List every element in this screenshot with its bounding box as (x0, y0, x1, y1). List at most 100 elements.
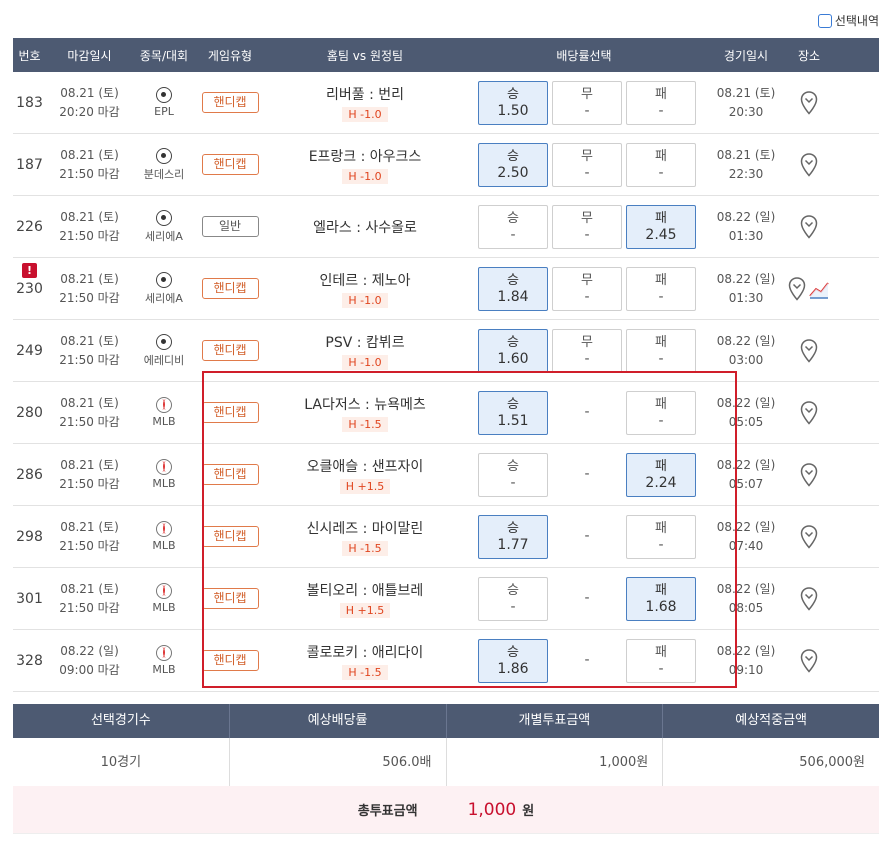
odds-win-button[interactable]: 승 1.51 (478, 390, 548, 435)
odds-label: 승 (507, 582, 519, 598)
table-row: 328 08.22 (일) 09:00 마감 MLB 핸디캡 콜로로키 : 애리다이 H -… (13, 630, 879, 692)
game-date: 08.21 (토) 20:30 (716, 85, 776, 119)
odds-win-button[interactable]: 승- (478, 576, 548, 621)
odds-win-button[interactable]: 승- (478, 452, 548, 497)
odds-lose-button[interactable]: 패- (626, 266, 696, 311)
deadline: 08.21 (토) 21:50 마감 (59, 519, 120, 553)
total-bet-bar: 총투표금액 1,000 원 (13, 786, 879, 834)
odds-win-button[interactable]: 승 1.86 (478, 638, 548, 683)
game-date: 08.22 (일) 01:30 (716, 271, 776, 305)
odds-value: - (510, 226, 516, 243)
select-history-checkbox[interactable] (817, 13, 832, 28)
location-pin-icon[interactable] (800, 462, 818, 487)
odds-label: 패 (655, 458, 667, 474)
soccer-ball-icon (156, 147, 172, 164)
odds-draw-button[interactable]: 무- (552, 328, 622, 373)
odds-value: 1.77 (497, 536, 529, 553)
deadline: 08.21 (토) 21:50 마감 (59, 209, 120, 243)
game-type-badge: 핸디캡 (201, 588, 259, 609)
match-name: 엘라스 : 사수올로 (313, 219, 417, 236)
soccer-ball-icon (156, 333, 172, 350)
odds-value: - (658, 536, 664, 553)
odds-lose-button[interactable]: 패 2.24 (626, 452, 696, 497)
odds-value: 2.45 (645, 226, 677, 243)
odds-value: - (584, 226, 590, 243)
stats-chart-icon[interactable] (808, 278, 830, 300)
odds-draw-disabled: - (584, 528, 590, 544)
odds-lose-button[interactable]: 패- (626, 80, 696, 125)
summary-count: 10경기 (13, 738, 230, 786)
league: 세리에A (133, 209, 195, 244)
header-place: 장소 (797, 48, 821, 63)
odds-draw-button[interactable]: 무- (552, 80, 622, 125)
odds-value: - (510, 598, 516, 615)
odds-label: 승 (507, 396, 519, 412)
header-type: 게임유형 (207, 48, 253, 63)
match-name: 리버풀 : 번리 (325, 86, 405, 103)
league: MLB (133, 521, 195, 552)
summary-header-odds: 예상배당률 (230, 704, 447, 738)
odds-win-button[interactable]: 승- (478, 204, 548, 249)
odds-draw-button[interactable]: 무- (552, 142, 622, 187)
game-no: 301 (16, 590, 43, 607)
odds-draw-button[interactable]: 무- (552, 266, 622, 311)
odds-lose-button[interactable]: 패- (626, 142, 696, 187)
location-pin-icon[interactable] (800, 90, 818, 115)
location-pin-icon[interactable] (800, 524, 818, 549)
match-teams: 리버풀 : 번리 H -1.0 (265, 84, 465, 122)
location-pin-icon[interactable] (800, 338, 818, 363)
odds-lose-button[interactable]: 패- (626, 328, 696, 373)
odds-win-button[interactable]: 승 1.50 (478, 80, 548, 125)
odds-win-button[interactable]: 승 2.50 (478, 142, 548, 187)
location-pin-icon[interactable] (800, 586, 818, 611)
alert-icon: ! (22, 262, 37, 278)
odds-win-button[interactable]: 승 1.77 (478, 514, 548, 559)
game-no: 280 (16, 404, 43, 421)
odds-value: - (584, 288, 590, 305)
odds-draw-button[interactable]: 무- (552, 204, 622, 249)
odds-label: 승 (507, 334, 519, 350)
location-pin-icon[interactable] (788, 276, 806, 301)
odds-lose-button[interactable]: 패 2.45 (626, 204, 696, 249)
handicap-value: H -1.5 (342, 664, 388, 680)
table-row: 226 08.21 (토) 21:50 마감 세리에A 일반 엘라스 : 사수올로 승 - 무 -… (13, 196, 879, 258)
venue (789, 400, 829, 425)
odds-win-button[interactable]: 승 1.84 (478, 266, 548, 311)
odds-value: - (658, 164, 664, 181)
venue (789, 338, 829, 363)
odds-win-button[interactable]: 승 1.60 (478, 328, 548, 373)
game-no: 286 (16, 466, 43, 483)
venue (789, 214, 829, 239)
game-type: 일반 (195, 216, 265, 237)
game-no: 298 (16, 528, 43, 545)
handicap-value: H -1.0 (342, 292, 388, 308)
select-history-toggle[interactable]: 선택내역 (817, 12, 879, 29)
game-no: 249 (16, 342, 43, 359)
handicap-value: H -1.0 (342, 354, 388, 370)
odds-lose-button[interactable]: 패- (626, 514, 696, 559)
odds-lose-button[interactable]: 패- (626, 638, 696, 683)
location-pin-icon[interactable] (800, 214, 818, 239)
game-type: 핸디캡 (195, 154, 265, 175)
odds-draw-disabled: - (584, 466, 590, 482)
location-pin-icon[interactable] (800, 400, 818, 425)
match-teams: 신시레즈 : 마이말린 H -1.5 (265, 518, 465, 556)
odds-group: 승 1.84 무 - 패 - (465, 266, 703, 311)
odds-value: - (584, 350, 590, 367)
location-pin-icon[interactable] (800, 648, 818, 673)
odds-lose-button[interactable]: 패- (626, 390, 696, 435)
baseball-icon (156, 521, 172, 537)
odds-group: 승 2.50 무 - 패 - (465, 142, 703, 187)
odds-label: 패 (655, 520, 667, 536)
baseball-icon (156, 459, 172, 475)
game-type: 핸디캡 (195, 340, 265, 361)
soccer-ball-icon (156, 87, 172, 103)
league: 에레디비 (133, 333, 195, 368)
location-pin-icon[interactable] (800, 152, 818, 177)
odds-label: 승 (507, 86, 519, 102)
baseball-icon (156, 645, 172, 661)
odds-label: 승 (507, 520, 519, 536)
odds-lose-button[interactable]: 패 1.68 (626, 576, 696, 621)
game-date: 08.22 (일) 07:40 (716, 519, 776, 553)
odds-group: 승 1.86- 패 - (465, 638, 703, 683)
